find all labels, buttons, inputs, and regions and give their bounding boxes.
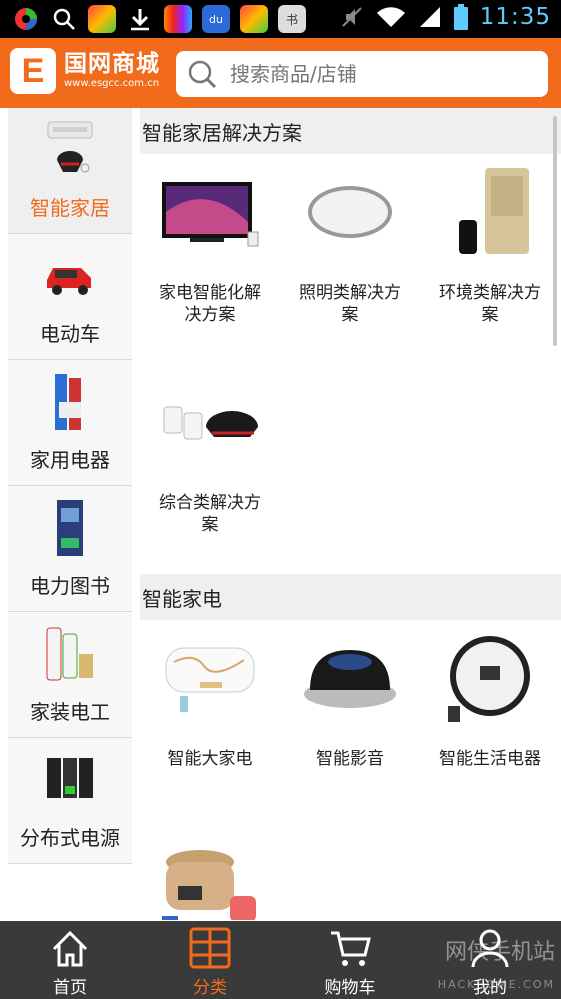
nav-home[interactable]: 首页	[0, 921, 140, 999]
grid-item-label: 环境类解决方案	[439, 283, 541, 325]
grid-item-smart-audio-video[interactable]: 智能影音	[280, 620, 420, 830]
app-icon: 书	[278, 5, 306, 33]
logo-title: 国网商城	[64, 51, 160, 77]
sidebar-item-electric-vehicle[interactable]: 电动车	[8, 234, 132, 360]
section-title: 智能家电	[140, 574, 561, 620]
logo-url: www.esgcc.com.cn	[64, 78, 160, 89]
status-bar-left-icons: du 书	[12, 5, 306, 33]
grid-item-label: 智能影音	[316, 749, 384, 769]
sidebar-item-label: 电动车	[40, 322, 100, 346]
download-icon	[126, 5, 154, 33]
grid-item-smart-life-appliance[interactable]: 智能生活电器	[420, 620, 560, 830]
electrical-thumbnail	[45, 624, 95, 686]
watermark-url: HACKHOME.COM	[437, 978, 555, 991]
nav-label: 首页	[53, 978, 87, 998]
nav-label: 分类	[193, 978, 227, 998]
app-header: E 国网商城 www.esgcc.com.cn	[0, 38, 561, 108]
app-icon	[164, 5, 192, 33]
grid-item-environment-solution[interactable]: 环境类解决方案	[420, 154, 560, 364]
signal-icon	[419, 7, 440, 27]
app-icon	[88, 5, 116, 33]
nav-label: 购物车	[324, 978, 376, 998]
grid-item-label: 智能大家电	[167, 749, 253, 769]
appliance-thumbnail	[45, 372, 95, 434]
logo-badge: E	[10, 48, 56, 94]
home-icon	[52, 930, 88, 967]
sidebar-item-home-electrical[interactable]: 家装电工	[8, 612, 132, 738]
sidebar-item-power-books[interactable]: 电力图书	[8, 486, 132, 612]
category-grid-icon	[189, 927, 231, 969]
speaker-image	[296, 626, 404, 730]
smart-plug-image	[156, 370, 264, 474]
grid-item-integrated-solution[interactable]: 综合类解决方案	[140, 364, 280, 574]
robot-vacuum-image	[436, 626, 544, 730]
sidebar-item-smart-home[interactable]: 智能家居	[8, 108, 132, 234]
logo-text: 国网商城 www.esgcc.com.cn	[64, 51, 160, 91]
air-purifier-image	[436, 160, 544, 264]
sidebar-item-label: 家用电器	[30, 448, 110, 472]
grid-item-label: 照明类解决方案	[299, 283, 401, 325]
solar-thumbnail	[45, 750, 95, 812]
wifi-icon	[376, 7, 405, 27]
nav-category[interactable]: 分类	[140, 921, 280, 999]
watermark: 网侠手机站	[444, 940, 555, 965]
status-bar-right: 11:35	[340, 4, 551, 30]
scrollbar[interactable]	[553, 116, 557, 346]
sidebar-item-label: 分布式电源	[20, 826, 120, 850]
cart-icon	[331, 931, 371, 966]
search-icon	[50, 5, 78, 33]
water-heater-image	[156, 626, 264, 730]
baidu-icon: du	[202, 5, 230, 33]
smart-home-thumbnail	[45, 120, 95, 182]
grid-item-lighting-solution[interactable]: 照明类解决方案	[280, 154, 420, 364]
category-sidebar: 智能家居 电动车 家用电器 电力图书 家装电工 分布式电源	[8, 108, 132, 920]
nav-cart[interactable]: 购物车	[280, 921, 420, 999]
mute-icon	[341, 7, 362, 27]
rice-cooker-image	[156, 836, 264, 920]
grid-item-smart-kitchen[interactable]	[140, 830, 280, 920]
book-thumbnail	[45, 498, 95, 560]
status-time: 11:35	[479, 4, 551, 30]
grid-item-appliance-solution[interactable]: 家电智能化解决方案	[140, 154, 280, 364]
car-thumbnail	[45, 246, 95, 308]
grid-item-label: 家电智能化解决方案	[159, 283, 261, 325]
grid-item-label: 智能生活电器	[439, 749, 541, 769]
product-grid: 家电智能化解决方案 照明类解决方案 环境类解决方案 综合类解决方案	[140, 154, 561, 574]
ceiling-light-image	[296, 160, 404, 264]
app-icon	[240, 5, 268, 33]
search-icon	[186, 58, 218, 90]
battery-icon	[453, 4, 468, 30]
product-grid: 智能大家电 智能影音 智能生活电器	[140, 620, 561, 920]
sidebar-item-label: 家装电工	[30, 700, 110, 724]
tv-image	[156, 160, 264, 264]
app-icon	[12, 5, 40, 33]
grid-item-smart-large-appliance[interactable]: 智能大家电	[140, 620, 280, 830]
search-bar[interactable]	[176, 51, 548, 97]
grid-item-label: 综合类解决方案	[159, 493, 261, 535]
sidebar-item-label: 智能家居	[30, 196, 110, 220]
section-title: 智能家居解决方案	[140, 108, 561, 154]
category-content[interactable]: 智能家居解决方案 家电智能化解决方案 照明类解决方案 环境类解决方案 综合类解决…	[140, 108, 561, 920]
sidebar-item-home-appliances[interactable]: 家用电器	[8, 360, 132, 486]
status-bar: du 书 11:35	[0, 0, 561, 38]
sidebar-item-label: 电力图书	[30, 574, 110, 598]
search-input[interactable]	[230, 62, 530, 86]
sidebar-item-distributed-power[interactable]: 分布式电源	[8, 738, 132, 864]
logo[interactable]: E 国网商城 www.esgcc.com.cn	[10, 48, 160, 94]
